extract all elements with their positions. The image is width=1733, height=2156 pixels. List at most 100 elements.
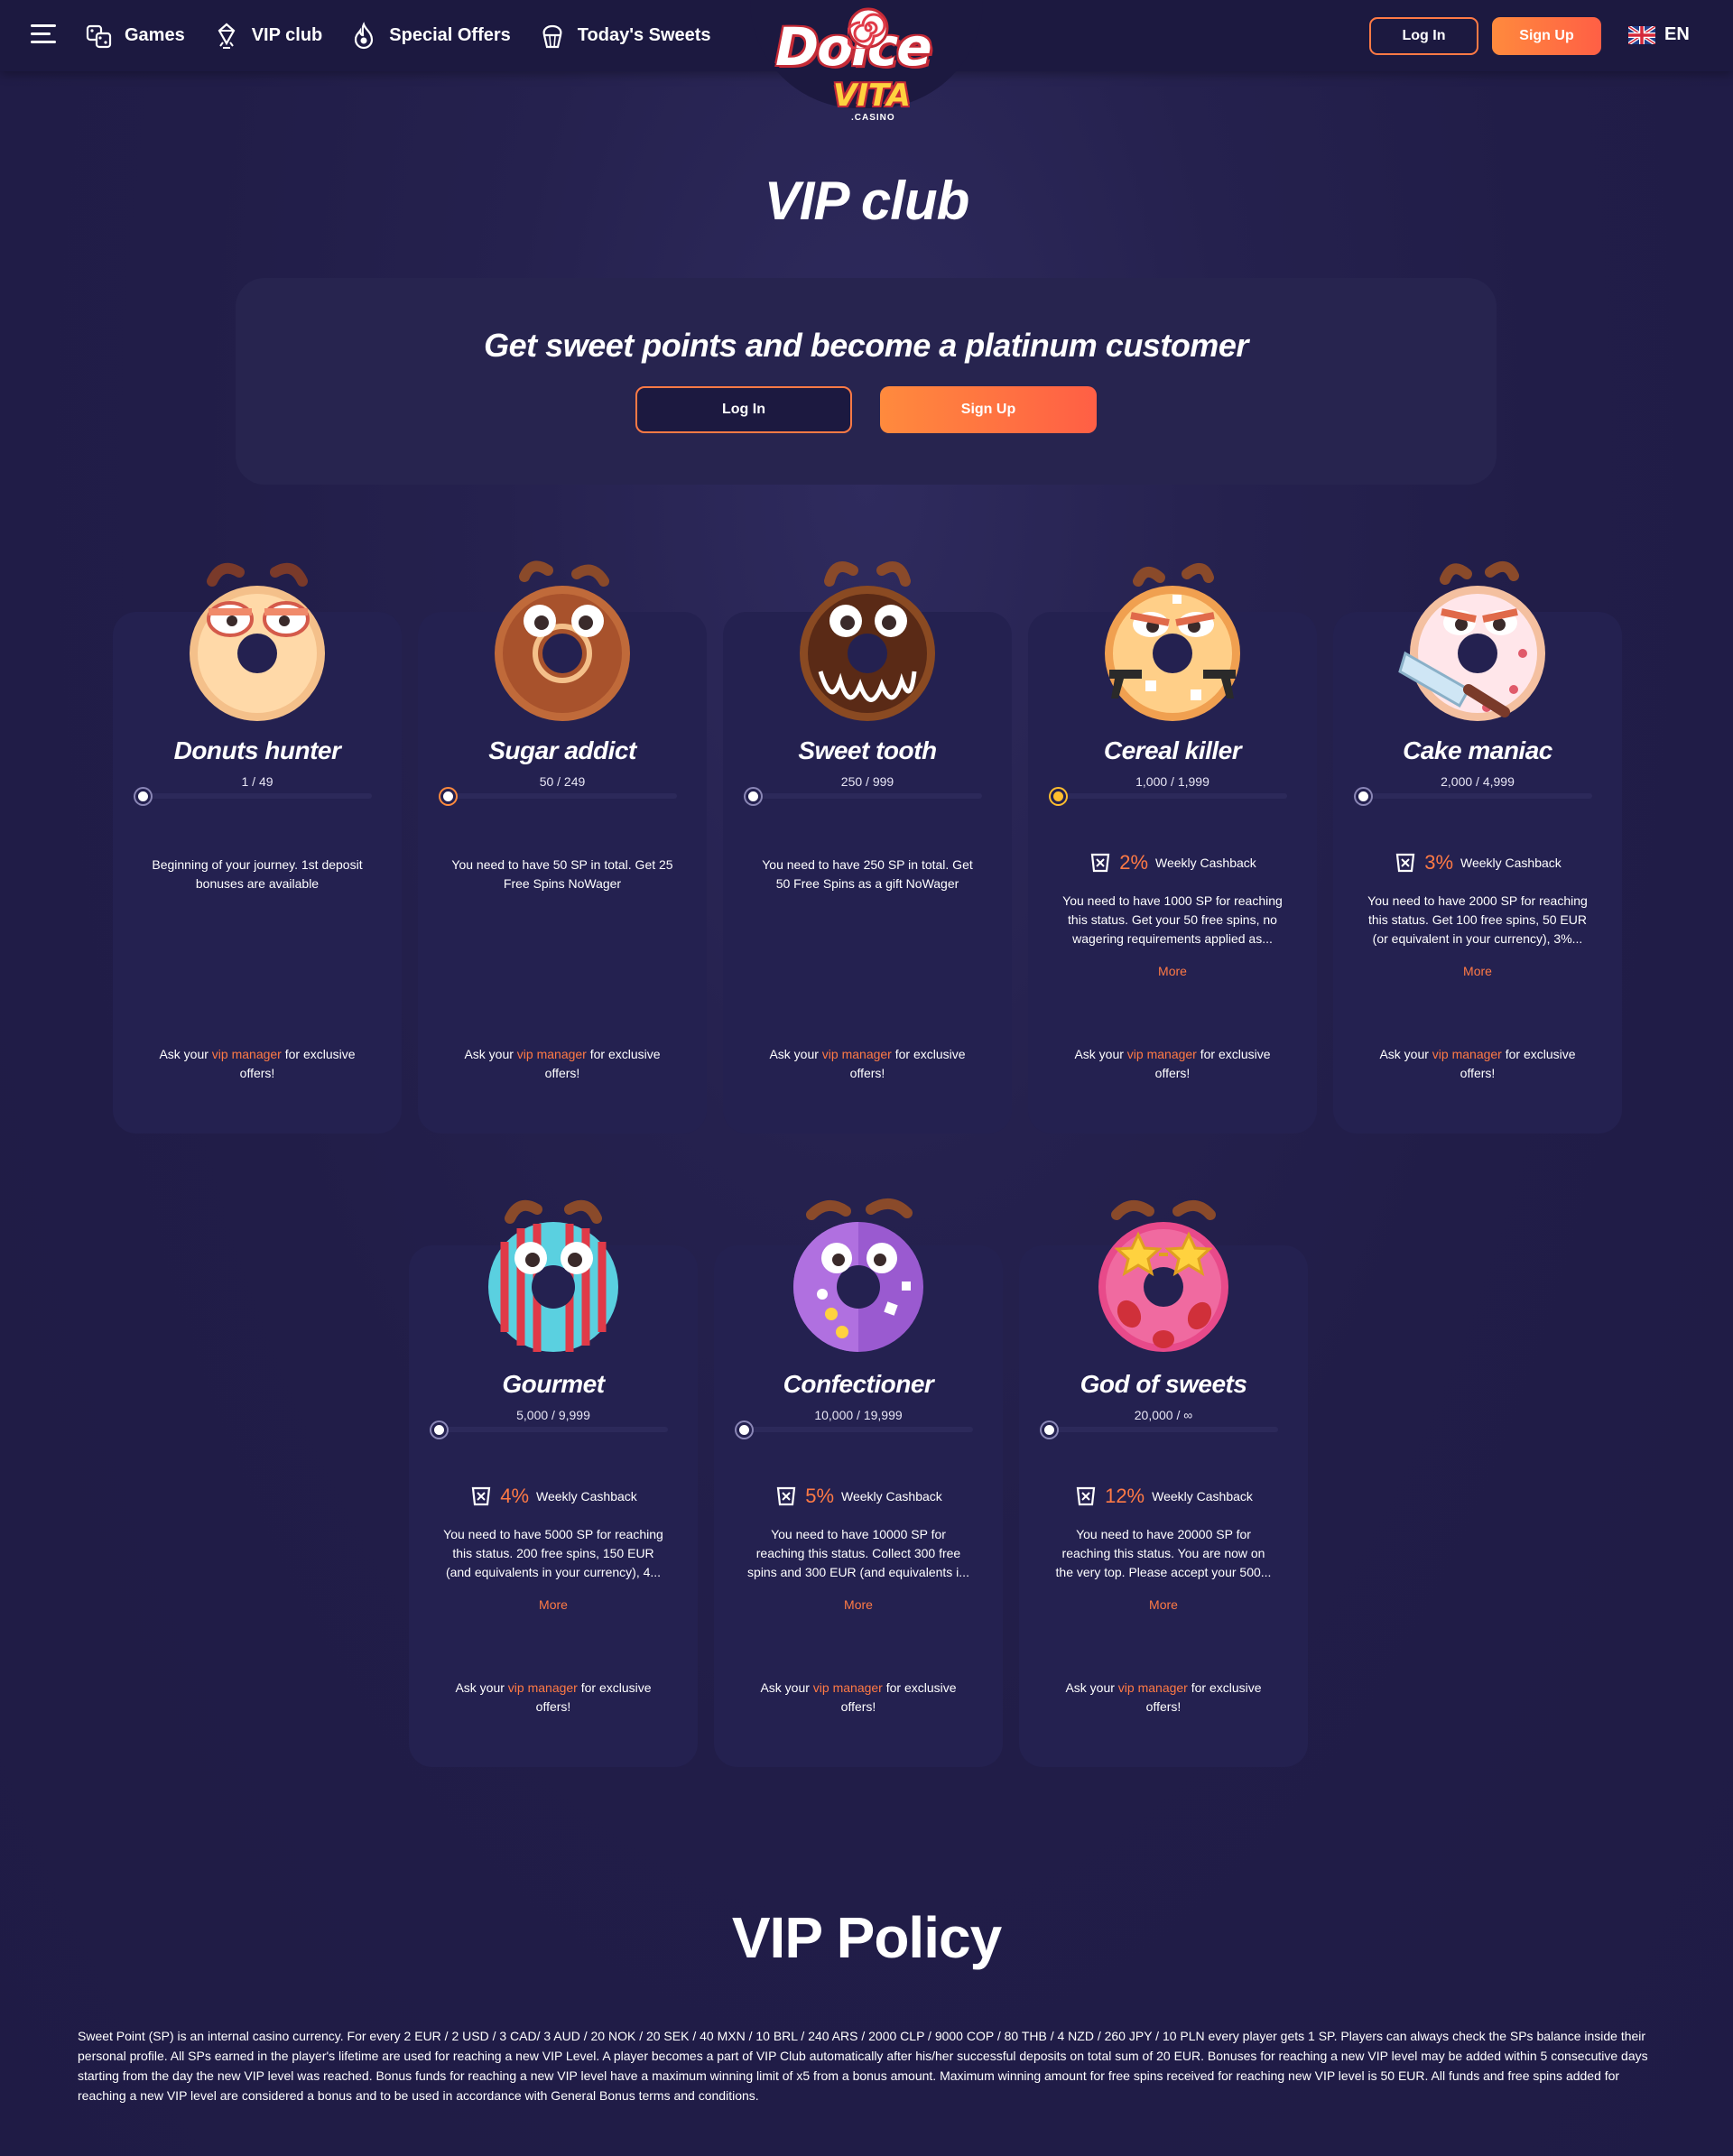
vip-level-card: Cake maniac 2,000 / 4,999 3% Weekly Cash… (1333, 561, 1622, 1134)
nav-vip-club[interactable]: VIP club (212, 22, 322, 51)
page-title: VIP club (764, 171, 970, 231)
more-link[interactable]: More (1028, 964, 1317, 978)
ask-before: Ask your (1379, 1047, 1429, 1061)
vip-manager-link[interactable]: vip manager (508, 1680, 578, 1695)
cashback-row: 4% Weekly Cashback (409, 1485, 698, 1508)
cashback-label: Weekly Cashback (841, 1489, 942, 1504)
vip-manager-link[interactable]: vip manager (212, 1047, 282, 1061)
level-description: You need to have 10000 SP for reaching t… (747, 1527, 969, 1579)
progress-knob (1042, 1422, 1057, 1438)
progress-track (1051, 789, 1287, 804)
cupcake-icon (542, 24, 562, 48)
cashback-icon (1076, 1486, 1096, 1506)
progress-knob (440, 789, 456, 804)
donut-mascot-icon (1105, 563, 1240, 721)
nav-offers-label: Special Offers (389, 25, 511, 45)
vip-manager-link[interactable]: vip manager (822, 1047, 892, 1061)
progress-track (737, 1422, 973, 1438)
policy-title: VIP Policy (731, 1905, 1002, 1970)
cashback-row: 12% Weekly Cashback (1019, 1485, 1308, 1508)
header-signup-button[interactable]: Sign Up (1492, 17, 1601, 55)
nav-games[interactable]: Games (85, 22, 185, 51)
cashback-percent: 3% (1424, 851, 1453, 874)
progress-knob (431, 1422, 447, 1438)
progress-knob (1356, 789, 1371, 804)
cashback-row: 2% Weekly Cashback (1028, 851, 1317, 874)
level-description: You need to have 2000 SP for reaching th… (1367, 893, 1588, 946)
menu-icon[interactable] (31, 24, 56, 44)
cashback-icon (1395, 853, 1415, 873)
donut-mascot-icon (1098, 1200, 1228, 1352)
level-range: 250 / 999 (840, 774, 894, 789)
language-label: EN (1664, 24, 1690, 44)
cashback-label: Weekly Cashback (1155, 856, 1256, 870)
vip-manager-note: Ask your vip manager for exclusive offer… (1052, 1679, 1275, 1716)
cashback-percent: 12% (1105, 1485, 1145, 1507)
casino-logo[interactable]: Dolce VITA .CASINO (750, 0, 983, 128)
level-range: 20,000 / ∞ (1134, 1408, 1193, 1422)
donut-mascot-icon (1398, 561, 1545, 721)
progress-track (135, 789, 372, 804)
cashback-row: 5% Weekly Cashback (714, 1485, 1003, 1508)
donut-mascot-icon (190, 562, 325, 721)
header-login-button[interactable]: Log In (1369, 17, 1478, 55)
vip-level-card: Donuts hunter 1 / 49 Beginning of your j… (113, 562, 402, 1134)
level-range: 5,000 / 9,999 (516, 1408, 590, 1422)
ask-before: Ask your (760, 1680, 810, 1695)
level-description: You need to have 1000 SP for reaching th… (1062, 893, 1283, 946)
promo-login-button[interactable]: Log In (635, 386, 852, 433)
vip-manager-note: Ask your vip manager for exclusive offer… (450, 1045, 674, 1083)
vip-manager-note: Ask your vip manager for exclusive offer… (746, 1679, 970, 1716)
cashback-percent: 4% (500, 1485, 529, 1507)
progress-knob (746, 789, 761, 804)
level-title: God of sweets (1080, 1370, 1247, 1398)
level-range: 1,000 / 1,999 (1135, 774, 1209, 789)
diamond-crown-icon (218, 23, 236, 49)
vip-manager-note: Ask your vip manager for exclusive offer… (1366, 1045, 1589, 1083)
donut-mascot-icon (800, 561, 935, 721)
nav-special-offers[interactable]: Special Offers (349, 21, 511, 51)
level-range: 10,000 / 19,999 (814, 1408, 903, 1422)
donut-mascot-icon (488, 1199, 618, 1352)
level-range: 2,000 / 4,999 (1441, 774, 1515, 789)
progress-track (1356, 789, 1592, 804)
vip-level-card: God of sweets 20,000 / ∞ 12% Weekly Cash… (1019, 1200, 1308, 1767)
promo-signup-button[interactable]: Sign Up (880, 386, 1097, 433)
ask-before: Ask your (1065, 1680, 1115, 1695)
more-link[interactable]: More (409, 1597, 698, 1612)
vip-level-card: Cereal killer 1,000 / 1,999 2% Weekly Ca… (1028, 563, 1317, 1134)
ask-before: Ask your (1074, 1047, 1124, 1061)
vip-manager-link[interactable]: vip manager (1127, 1047, 1197, 1061)
level-title: Sweet tooth (798, 736, 937, 764)
donut-mascot-icon (793, 1198, 923, 1352)
vip-manager-note: Ask your vip manager for exclusive offer… (441, 1679, 665, 1716)
more-link[interactable]: More (1019, 1597, 1308, 1612)
nav-sweets-label: Today's Sweets (577, 25, 711, 45)
vip-manager-link[interactable]: vip manager (813, 1680, 883, 1695)
cashback-label: Weekly Cashback (1152, 1489, 1253, 1504)
vip-level-card: Confectioner 10,000 / 19,999 5% Weekly C… (714, 1198, 1003, 1767)
vip-manager-link[interactable]: vip manager (517, 1047, 587, 1061)
logo-word-bottom: VITA (833, 78, 911, 114)
progress-knob (1051, 789, 1066, 804)
donut-mascot-icon (495, 560, 630, 721)
ask-before: Ask your (455, 1680, 505, 1695)
vip-manager-link[interactable]: vip manager (1118, 1680, 1188, 1695)
more-link[interactable]: More (714, 1597, 1003, 1612)
progress-track (746, 789, 982, 804)
vip-level-card: Sugar addict 50 / 249 You need to have 5… (418, 560, 707, 1134)
promo-banner: Get sweet points and become a platinum c… (236, 278, 1497, 485)
more-link[interactable]: More (1333, 964, 1622, 978)
nav-games-label: Games (125, 25, 185, 45)
ask-before: Ask your (769, 1047, 819, 1061)
flame-icon (355, 21, 374, 49)
level-description: You need to have 20000 SP for reaching t… (1055, 1527, 1272, 1579)
language-selector[interactable]: EN (1628, 24, 1690, 45)
level-range: 1 / 49 (241, 774, 273, 789)
nav-todays-sweets[interactable]: Today's Sweets (538, 22, 711, 51)
vip-manager-link[interactable]: vip manager (1432, 1047, 1502, 1061)
lollipop-swirl-icon (848, 7, 889, 49)
ask-before: Ask your (464, 1047, 514, 1061)
dice-icon (86, 24, 112, 48)
level-description: You need to have 250 SP in total. Get 50… (762, 857, 973, 891)
